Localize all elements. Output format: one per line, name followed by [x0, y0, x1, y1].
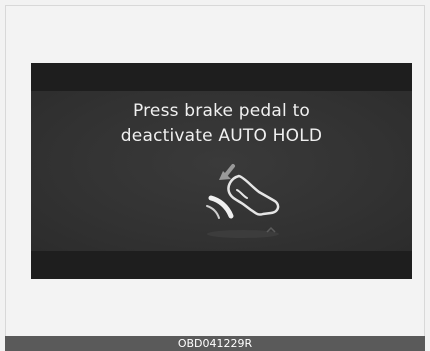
message-line-1: Press brake pedal to	[132, 101, 311, 121]
foot-icon	[227, 174, 280, 216]
message-line-2: deactivate AUTO HOLD	[120, 126, 323, 146]
brake-pedal-press-icon	[181, 160, 291, 240]
press-arrow-icon	[219, 164, 235, 180]
auto-hold-message: Press brake pedal to deactivate AUTO HOL…	[31, 99, 412, 149]
display-top-band	[31, 63, 412, 91]
display-bottom-band	[31, 251, 412, 279]
figure-code: OBD041229R	[177, 337, 253, 350]
cluster-display: Press brake pedal to deactivate AUTO HOL…	[31, 63, 412, 279]
figure-code-bar: OBD041229R	[5, 336, 425, 351]
brake-pedal-icon	[206, 195, 234, 219]
